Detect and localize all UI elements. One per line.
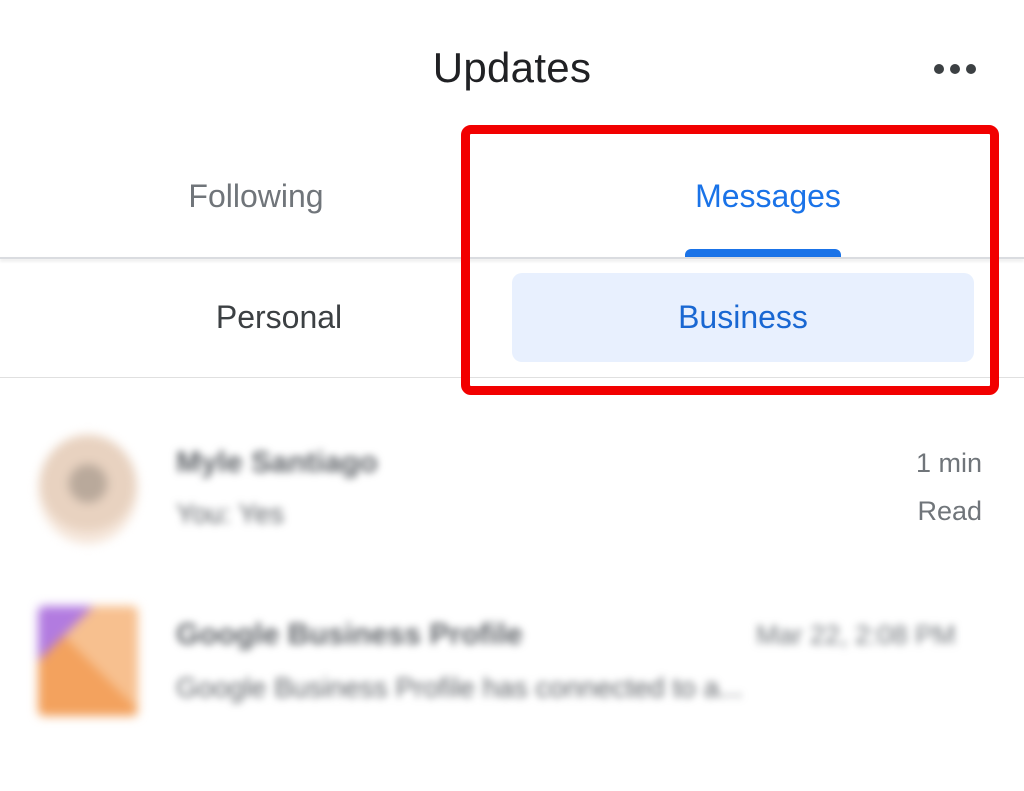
conversation-preview: Google Business Profile has connected to…: [176, 672, 743, 703]
conversation-name: Myle Santiago: [176, 446, 378, 479]
more-options-button[interactable]: [924, 48, 986, 90]
more-horizontal-icon-dot: [966, 64, 976, 74]
tab-messages[interactable]: Messages: [512, 135, 1024, 257]
tab-following[interactable]: Following: [0, 135, 512, 257]
avatar: [38, 434, 138, 544]
app-header: Updates: [0, 0, 1024, 135]
filter-chip-personal[interactable]: Personal: [50, 273, 508, 362]
page-title: Updates: [432, 44, 592, 91]
main-tabs: Following Messages: [0, 135, 1024, 257]
more-horizontal-icon-dot: [950, 64, 960, 74]
conversation-row[interactable]: Google Business Profile Mar 22, 2:08 PM …: [0, 592, 1024, 732]
conversation-status: Read: [917, 496, 982, 526]
message-type-filter: Personal Business: [0, 259, 1024, 377]
more-horizontal-icon: [934, 64, 944, 74]
conversation-time: 1 min: [915, 448, 982, 478]
filter-divider: [0, 377, 1024, 378]
conversation-date: Mar 22, 2:08 PM: [756, 620, 956, 650]
avatar: [38, 606, 138, 716]
conversation-name: Google Business Profile: [176, 618, 523, 651]
filter-chip-business[interactable]: Business: [512, 273, 974, 362]
conversation-preview: You: Yes: [176, 498, 284, 529]
conversation-row[interactable]: Myle Santiago You: Yes 1 min Read: [0, 416, 1024, 556]
